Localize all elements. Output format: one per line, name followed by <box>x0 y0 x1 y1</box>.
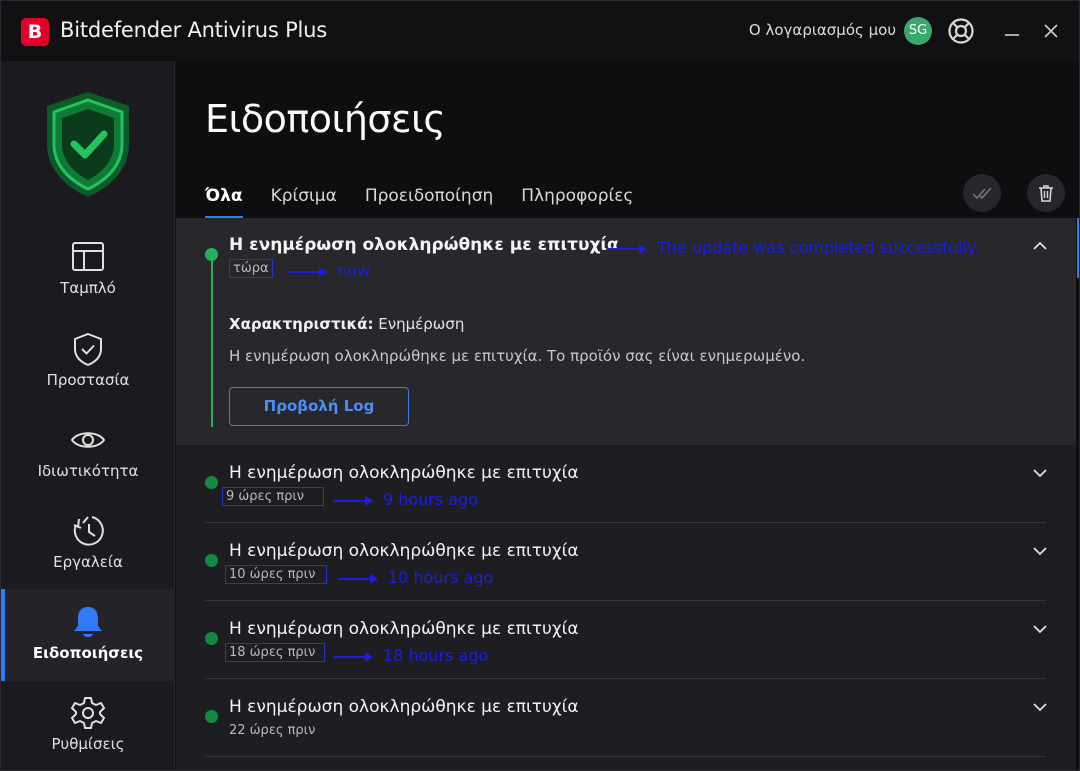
chevron-down-icon[interactable] <box>1032 543 1048 559</box>
title-bar: B Bitdefender Antivirus Plus Ο λογαριασμ… <box>1 1 1079 61</box>
notification-item[interactable]: Η ενημέρωση ολοκληρώθηκε με επιτυχία 22 … <box>176 679 1076 757</box>
time-annotation: now <box>287 261 370 280</box>
tab-all[interactable]: Όλα <box>205 186 243 220</box>
chevron-down-icon[interactable] <box>1032 465 1048 481</box>
divider <box>205 756 1046 757</box>
notification-time: 10 ώρες πριν <box>225 565 327 584</box>
page-title: Ειδοποιήσεις <box>205 97 446 141</box>
annotation-text: The update was completed successfully. <box>657 238 980 257</box>
notifications-bell-icon <box>74 607 102 637</box>
annotation-arrow <box>333 495 373 506</box>
sidebar-item-settings[interactable]: Ρυθμίσεις <box>1 695 175 770</box>
utilities-clock-icon <box>73 516 104 546</box>
tab-information[interactable]: Πληροφορίες <box>521 186 633 218</box>
status-dot <box>205 554 218 567</box>
sidebar-item-label: Ταμπλό <box>60 279 116 297</box>
dashboard-icon <box>72 242 104 271</box>
status-dot <box>205 710 218 723</box>
notification-description: Η ενημέρωση ολοκληρώθηκε με επιτυχία. Το… <box>229 347 806 365</box>
view-log-button[interactable]: Προβολή Log <box>229 387 409 426</box>
title-annotation: The update was completed successfully. <box>607 238 979 257</box>
filter-tabs: Όλα Κρίσιμα Προειδοποίηση Πληροφορίες <box>205 186 633 220</box>
mark-all-read-button[interactable] <box>963 174 1001 212</box>
features-line: Χαρακτηριστικά: Ενημέρωση <box>229 315 464 333</box>
notification-time: 18 ώρες πριν <box>225 643 325 662</box>
protection-shield-icon <box>74 332 102 367</box>
annotation-text: now <box>337 261 371 280</box>
minimize-icon[interactable] <box>1002 21 1022 41</box>
brand-logo-icon: B <box>21 18 49 46</box>
sidebar-item-dashboard[interactable]: Ταμπλό <box>1 239 175 327</box>
notification-title: Η ενημέρωση ολοκληρώθηκε με επιτυχία <box>229 541 579 561</box>
app-window: B Bitdefender Antivirus Plus Ο λογαριασμ… <box>0 0 1080 771</box>
annotation-text: 10 hours ago <box>388 568 494 587</box>
time-annotation: 10 hours ago <box>338 568 493 587</box>
sidebar-item-notifications[interactable]: Ειδοποιήσεις <box>1 589 175 681</box>
sidebar-item-utilities[interactable]: Εργαλεία <box>1 513 175 601</box>
tab-warning[interactable]: Προειδοποίηση <box>365 186 493 218</box>
annotation-arrow <box>338 573 378 584</box>
avatar[interactable]: SG <box>904 17 932 45</box>
sidebar-item-label: Εργαλεία <box>53 553 123 571</box>
protected-shield-icon <box>47 92 129 197</box>
help-lifebuoy-icon[interactable] <box>947 17 975 45</box>
sidebar-item-protection[interactable]: Προστασία <box>1 331 175 419</box>
notification-time: τώρα <box>229 259 273 278</box>
mark-all-read-icon <box>972 187 992 200</box>
trash-icon <box>1039 185 1053 202</box>
features-value: Ενημέρωση <box>378 315 465 333</box>
app-title: Bitdefender Antivirus Plus <box>60 18 328 42</box>
status-line <box>211 253 213 427</box>
annotation-text: 9 hours ago <box>383 490 479 509</box>
sidebar-item-label: Ειδοποιήσεις <box>32 644 144 662</box>
chevron-up-icon[interactable] <box>1032 238 1048 254</box>
main-content: Ειδοποιήσεις Όλα Κρίσιμα Προειδοποίηση Π… <box>176 61 1079 770</box>
chevron-down-icon[interactable] <box>1032 699 1048 715</box>
notification-item[interactable]: Η ενημέρωση ολοκληρώθηκε με επιτυχία 18 … <box>176 601 1076 679</box>
my-account-link[interactable]: Ο λογαριασμός μου <box>749 21 896 39</box>
time-annotation: 18 hours ago <box>333 646 488 665</box>
notification-time: 22 ώρες πριν <box>229 723 316 738</box>
notification-title: Η ενημέρωση ολοκληρώθηκε με επιτυχία <box>229 619 579 639</box>
tab-critical[interactable]: Κρίσιμα <box>271 186 337 218</box>
privacy-eye-icon <box>70 432 106 448</box>
sidebar: Ταμπλό Προστασία Ιδιωτικότητα Εργαλεία Ε… <box>1 61 175 770</box>
annotation-arrow <box>333 651 373 662</box>
chevron-down-icon[interactable] <box>1032 621 1048 637</box>
notification-item[interactable]: Η ενημέρωση ολοκληρώθηκε με επιτυχία 10 … <box>176 523 1076 601</box>
notification-item-expanded[interactable]: Η ενημέρωση ολοκληρώθηκε με επιτυχία τώρ… <box>176 218 1076 445</box>
annotation-arrow <box>287 266 327 277</box>
notification-item[interactable]: Η ενημέρωση ολοκληρώθηκε με επιτυχία 9 ώ… <box>176 445 1076 523</box>
annotation-arrow <box>607 243 647 254</box>
status-dot <box>205 632 218 645</box>
settings-gear-icon <box>71 697 105 729</box>
notification-list: Η ενημέρωση ολοκληρώθηκε με επιτυχία τώρ… <box>176 218 1076 770</box>
delete-all-button[interactable] <box>1027 174 1065 212</box>
notification-title: Η ενημέρωση ολοκληρώθηκε με επιτυχία <box>229 463 579 483</box>
annotation-text: 18 hours ago <box>383 646 489 665</box>
notification-time: 9 ώρες πριν <box>222 487 324 506</box>
time-annotation: 9 hours ago <box>333 490 478 509</box>
status-dot <box>205 476 218 489</box>
sidebar-item-label: Ιδιωτικότητα <box>37 462 139 480</box>
notification-title: Η ενημέρωση ολοκληρώθηκε με επιτυχία <box>229 235 619 255</box>
sidebar-item-label: Προστασία <box>46 371 130 389</box>
close-icon[interactable] <box>1041 21 1061 41</box>
sidebar-item-privacy[interactable]: Ιδιωτικότητα <box>1 422 175 510</box>
sidebar-item-label: Ρυθμίσεις <box>51 735 125 753</box>
notification-title: Η ενημέρωση ολοκληρώθηκε με επιτυχία <box>229 697 579 717</box>
features-label: Χαρακτηριστικά: <box>229 315 374 333</box>
